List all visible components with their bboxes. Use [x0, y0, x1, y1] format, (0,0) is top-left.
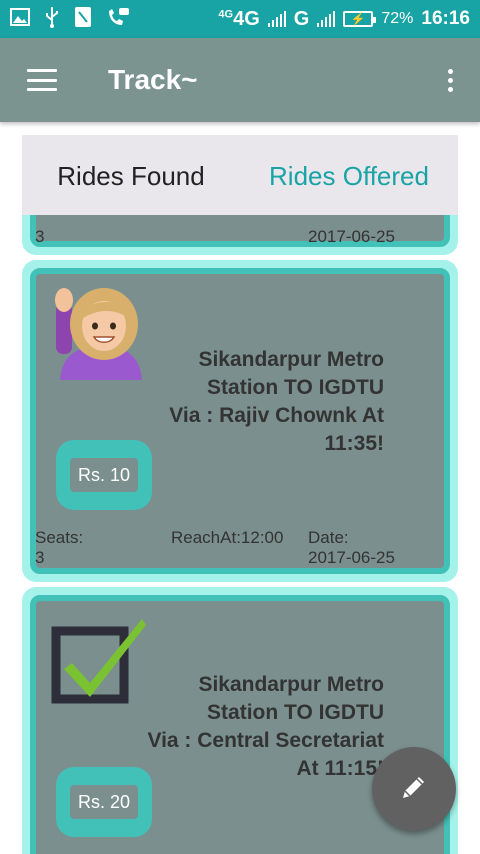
- ride-card-body: Sikandarpur Metro Station TO IGDTU Via :…: [30, 268, 450, 574]
- network-g-label: G: [293, 7, 310, 30]
- more-options-button[interactable]: [420, 38, 480, 122]
- menu-button[interactable]: [0, 38, 84, 122]
- gallery-icon: [10, 7, 30, 31]
- ride-tabs: Rides Found Rides Offered: [22, 135, 458, 215]
- price-badge: Rs. 10: [56, 440, 152, 510]
- signal-icon-2: [317, 11, 336, 27]
- pencil-icon: [399, 772, 429, 807]
- route-text: Sikandarpur Metro Station TO IGDTU Via :…: [169, 348, 384, 455]
- app-toolbar: Track~: [0, 38, 480, 122]
- ride-card-body: 3 2017-06-25: [30, 215, 450, 247]
- menu-icon: [27, 69, 57, 91]
- seats-value: 3: [35, 227, 45, 246]
- ride-card[interactable]: Sikandarpur Metro Station TO IGDTU Via :…: [22, 260, 458, 582]
- usb-icon: [44, 6, 60, 33]
- price-badge: Rs. 20: [56, 767, 152, 837]
- tab-rides-found[interactable]: Rides Found: [22, 159, 240, 192]
- signal-icon: [267, 11, 286, 27]
- more-vert-icon: [447, 68, 453, 74]
- date-info: Date: 2017-06-25: [308, 528, 395, 567]
- reach-time: ReachAt:12:00: [171, 528, 284, 547]
- battery-charging-icon: ⚡: [343, 11, 377, 27]
- price-label: Rs. 20: [70, 785, 138, 819]
- clock: 16:16: [421, 8, 470, 29]
- network-4g-label: 4G4G: [218, 7, 260, 30]
- price-label: Rs. 10: [70, 458, 138, 492]
- tab-rides-offered[interactable]: Rides Offered: [240, 159, 458, 192]
- date-value: 2017-06-25: [308, 227, 395, 246]
- route-text: Sikandarpur Metro Station TO IGDTU Via :…: [147, 673, 384, 780]
- woman-raising-hand-icon: [50, 284, 146, 380]
- battery-percent: 72%: [381, 10, 414, 27]
- sim-card-icon: [74, 6, 92, 33]
- status-bar: 4G4G G ⚡ 72% 16:16: [0, 0, 480, 38]
- call-message-icon: [106, 7, 130, 32]
- compose-fab[interactable]: [372, 747, 456, 831]
- screen: 4G4G G ⚡ 72% 16:16 Track~ Rides Found Ri…: [0, 0, 480, 854]
- ride-card[interactable]: 3 2017-06-25: [22, 215, 458, 255]
- seats-info: Seats: 3: [35, 528, 84, 567]
- app-title: Track~: [108, 64, 198, 95]
